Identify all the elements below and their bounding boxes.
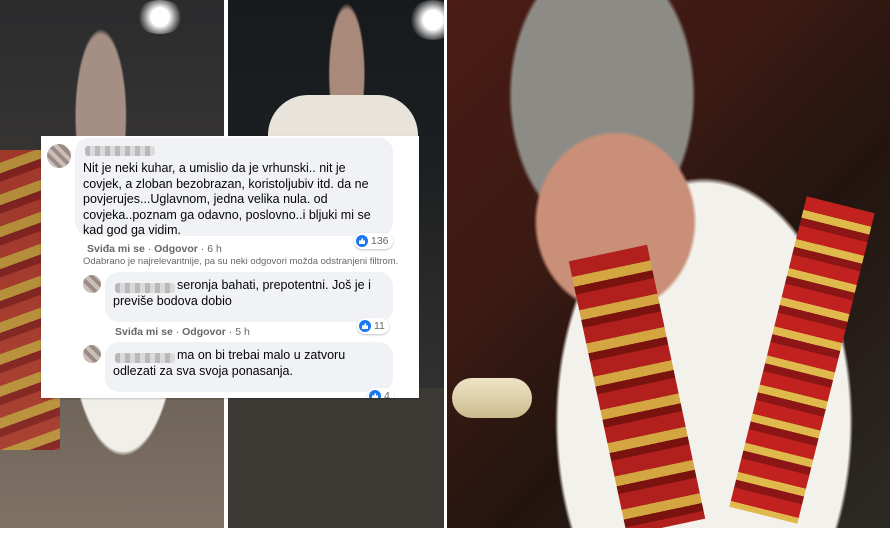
avatar[interactable] <box>47 144 71 168</box>
photo-panel-right <box>447 0 890 528</box>
like-icon <box>369 390 381 398</box>
comment-bubble: ma on bi trebai malo u zatvoru odlezati … <box>105 342 393 392</box>
separator: · <box>200 243 205 255</box>
comment-bubble: seronja bahati, prepotentni. Još je i pr… <box>105 272 393 322</box>
ground <box>228 388 444 528</box>
commenter-name[interactable] <box>85 146 155 156</box>
comment-text: ma on bi trebai malo u zatvoru odlezati … <box>113 348 346 378</box>
reaction-count[interactable]: 11 <box>357 318 389 334</box>
comment-bubble: Nit je neki kuhar, a umislio da je vrhun… <box>75 138 393 237</box>
timestamp[interactable]: 5 h <box>235 326 250 338</box>
paper-scroll <box>452 378 532 418</box>
separator: · <box>175 326 180 338</box>
medal-sash-right <box>729 196 875 524</box>
comment-actions: Sviđa mi se · Odgovor · 5 h <box>115 326 250 338</box>
reply-button[interactable]: Odgovor <box>182 326 226 338</box>
reaction-count[interactable]: 136 <box>354 233 393 249</box>
medal-sash-left <box>568 244 706 528</box>
spotlight <box>408 0 444 40</box>
filter-notice: Odabrano je najrelevantnije, pa su neki … <box>83 256 399 267</box>
comment-text: Nit je neki kuhar, a umislio da je vrhun… <box>83 161 371 237</box>
separator: · <box>147 243 152 255</box>
comment-actions: Sviđa mi se · Odgovor · 6 h <box>87 243 222 255</box>
like-button[interactable]: Sviđa mi se <box>115 326 173 338</box>
comment-text: seronja bahati, prepotentni. Još je i pr… <box>113 278 371 308</box>
separator: · <box>228 326 233 338</box>
timestamp[interactable]: 6 h <box>207 243 222 255</box>
like-icon <box>356 235 368 247</box>
reaction-number: 11 <box>374 320 385 332</box>
like-icon <box>359 320 371 332</box>
like-button[interactable]: Sviđa mi se <box>87 243 145 255</box>
reaction-count[interactable]: 4 <box>367 388 394 398</box>
comment-card: Nit je neki kuhar, a umislio da je vrhun… <box>41 136 419 398</box>
reaction-number: 136 <box>371 235 389 247</box>
reply-button[interactable]: Odgovor <box>154 243 198 255</box>
spotlight <box>135 0 185 34</box>
avatar[interactable] <box>83 275 101 293</box>
avatar[interactable] <box>83 345 101 363</box>
reaction-number: 4 <box>384 390 390 398</box>
